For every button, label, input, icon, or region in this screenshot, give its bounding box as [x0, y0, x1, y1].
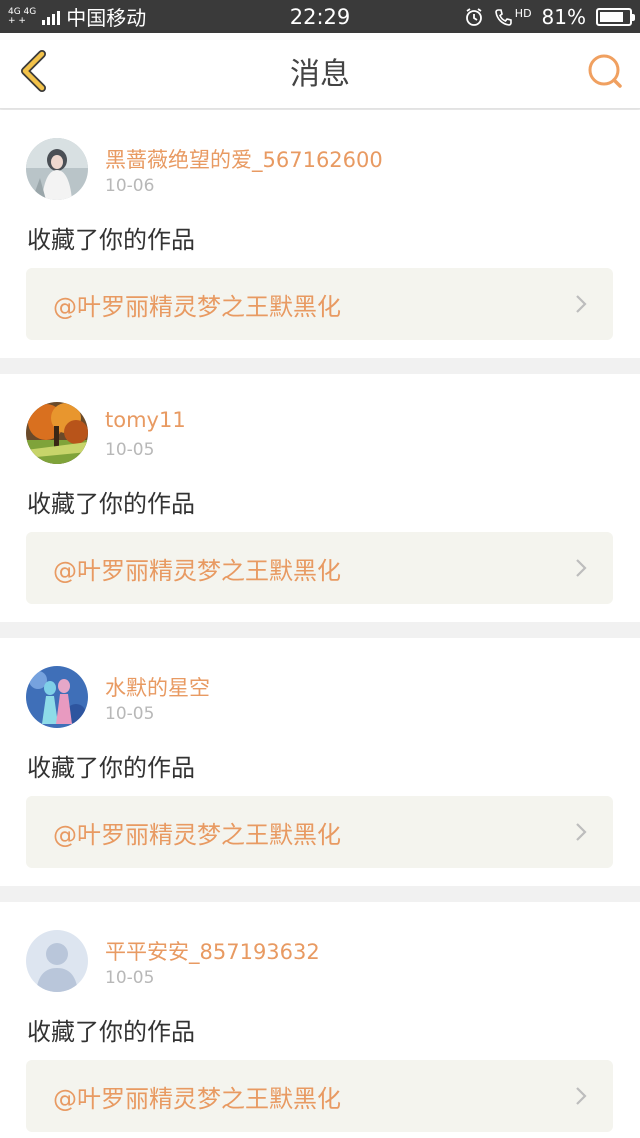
- username[interactable]: tomy11: [105, 408, 186, 432]
- status-right: HD 81%: [464, 0, 635, 33]
- chevron-right-icon: [576, 823, 587, 841]
- status-left: 4G 4G + + 中国移动: [0, 2, 146, 31]
- date: 10-05: [105, 440, 155, 460]
- network-type: 4G 4G + +: [8, 7, 36, 26]
- network-type-bottom: + +: [8, 15, 26, 26]
- notification-card: 平平安安_857193632 10-05 收藏了你的作品 @叶罗丽精灵梦之王默黑…: [0, 902, 640, 1138]
- date: 10-05: [105, 704, 155, 724]
- username[interactable]: 黑蔷薇绝望的爱_567162600: [105, 144, 383, 174]
- work-title: @叶罗丽精灵梦之王默黑化: [53, 820, 341, 849]
- page-title: 消息: [290, 56, 350, 92]
- notification-card: tomy11 10-05 收藏了你的作品 @叶罗丽精灵梦之王默黑化: [0, 374, 640, 622]
- notification-card: 黑蔷薇绝望的爱_567162600 10-06 收藏了你的作品 @叶罗丽精灵梦之…: [0, 110, 640, 358]
- work-link[interactable]: @叶罗丽精灵梦之王默黑化: [26, 268, 613, 340]
- date: 10-06: [105, 176, 155, 196]
- work-link[interactable]: @叶罗丽精灵梦之王默黑化: [26, 1060, 613, 1132]
- signal-icon: [42, 9, 61, 25]
- avatar[interactable]: [26, 666, 88, 728]
- chevron-right-icon: [576, 295, 587, 313]
- avatar-default-person-icon: [26, 930, 88, 992]
- battery-percent: 81%: [541, 4, 586, 29]
- back-button[interactable]: [14, 49, 54, 93]
- work-link[interactable]: @叶罗丽精灵梦之王默黑化: [26, 532, 613, 604]
- chevron-left-icon: [21, 50, 46, 92]
- work-title: @叶罗丽精灵梦之王默黑化: [53, 556, 341, 585]
- work-title: @叶罗丽精灵梦之王默黑化: [53, 1084, 341, 1113]
- search-icon: [588, 54, 622, 88]
- username[interactable]: 水默的星空: [105, 672, 210, 702]
- avatar-girl-white-dress-icon: [26, 138, 88, 200]
- phone-icon: [494, 8, 512, 26]
- search-button[interactable]: [584, 49, 626, 93]
- avatar[interactable]: [26, 930, 88, 992]
- notification-list: 黑蔷薇绝望的爱_567162600 10-06 收藏了你的作品 @叶罗丽精灵梦之…: [0, 110, 640, 1138]
- battery-icon: [596, 7, 635, 26]
- call-hd: HD: [494, 7, 532, 27]
- nav-bar: 消息: [0, 33, 640, 109]
- avatar-autumn-tree-icon: [26, 402, 88, 464]
- username[interactable]: 平平安安_857193632: [105, 936, 320, 966]
- carrier-name: 中国移动: [66, 6, 147, 30]
- action-text: 收藏了你的作品: [27, 226, 195, 254]
- chevron-right-icon: [576, 1087, 587, 1105]
- work-title: @叶罗丽精灵梦之王默黑化: [53, 292, 341, 321]
- work-link[interactable]: @叶罗丽精灵梦之王默黑化: [26, 796, 613, 868]
- date: 10-05: [105, 968, 155, 988]
- hd-label: HD: [514, 6, 532, 20]
- chevron-right-icon: [576, 559, 587, 577]
- notification-card: 水默的星空 10-05 收藏了你的作品 @叶罗丽精灵梦之王默黑化: [0, 638, 640, 886]
- battery-fill: [600, 11, 623, 22]
- status-bar: 4G 4G + + 中国移动 22:29 HD 81%: [0, 0, 640, 33]
- alarm-icon: [465, 7, 482, 26]
- avatar[interactable]: [26, 402, 88, 464]
- action-text: 收藏了你的作品: [27, 754, 195, 782]
- avatar-two-dolls-icon: [26, 666, 88, 728]
- action-text: 收藏了你的作品: [27, 490, 195, 518]
- action-text: 收藏了你的作品: [27, 1018, 195, 1046]
- avatar[interactable]: [26, 138, 88, 200]
